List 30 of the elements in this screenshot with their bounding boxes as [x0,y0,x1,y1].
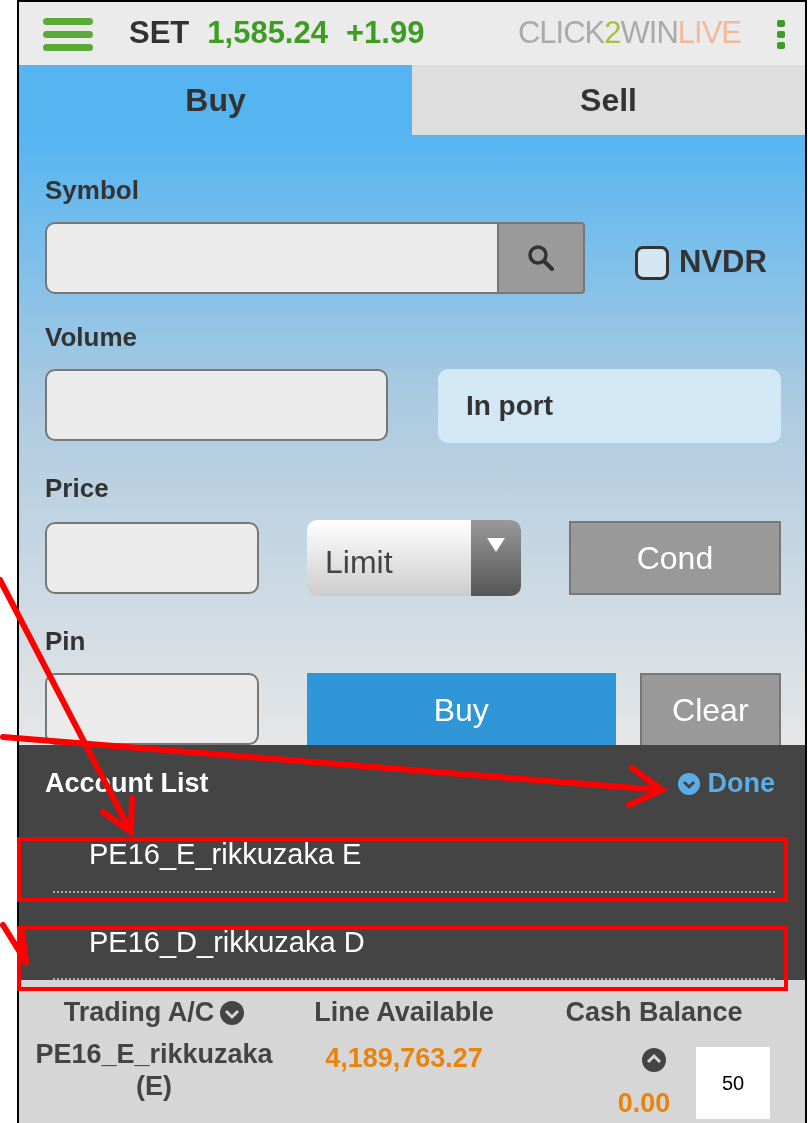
checkbox[interactable] [635,245,669,280]
logo: CLICK2WINLIVE [517,14,741,53]
column-label: Line Available [314,995,494,1029]
column-label: Trading A/C [63,995,215,1029]
account-value: PE16_E_rikkuzaka (E) [34,1038,274,1103]
search-icon [528,244,554,271]
search-button[interactable] [497,221,585,294]
symbol-field[interactable] [45,221,497,294]
page-number: 50 [696,1047,770,1119]
index-name: SET [129,14,190,53]
caret-icon [486,537,505,552]
done-button[interactable]: Done [677,762,775,803]
index-value: 1,585.24 [207,14,328,53]
in-port-button[interactable]: In port [437,368,781,443]
field-label: Volume [45,320,138,354]
order-type-select[interactable]: Limit [307,519,521,596]
pin-field[interactable] [45,672,259,745]
account-item[interactable]: PE16_E_rikkuzaka E [53,819,775,893]
field-label: Symbol [45,173,140,207]
checkbox-label: NVDR [679,243,767,282]
price-field[interactable] [45,521,259,594]
tab[interactable]: Buy [19,65,412,135]
index-change: +1.99 [345,14,425,53]
cash-balance-value: 0.00 [617,1086,671,1120]
tab[interactable]: Sell [412,65,805,135]
column-label: Cash Balance [565,995,743,1029]
line-available-value: 4,189,763.27 [325,1042,483,1075]
field-label: Price [45,471,110,505]
volume-field[interactable] [45,368,388,441]
field-label: Pin [45,624,86,658]
